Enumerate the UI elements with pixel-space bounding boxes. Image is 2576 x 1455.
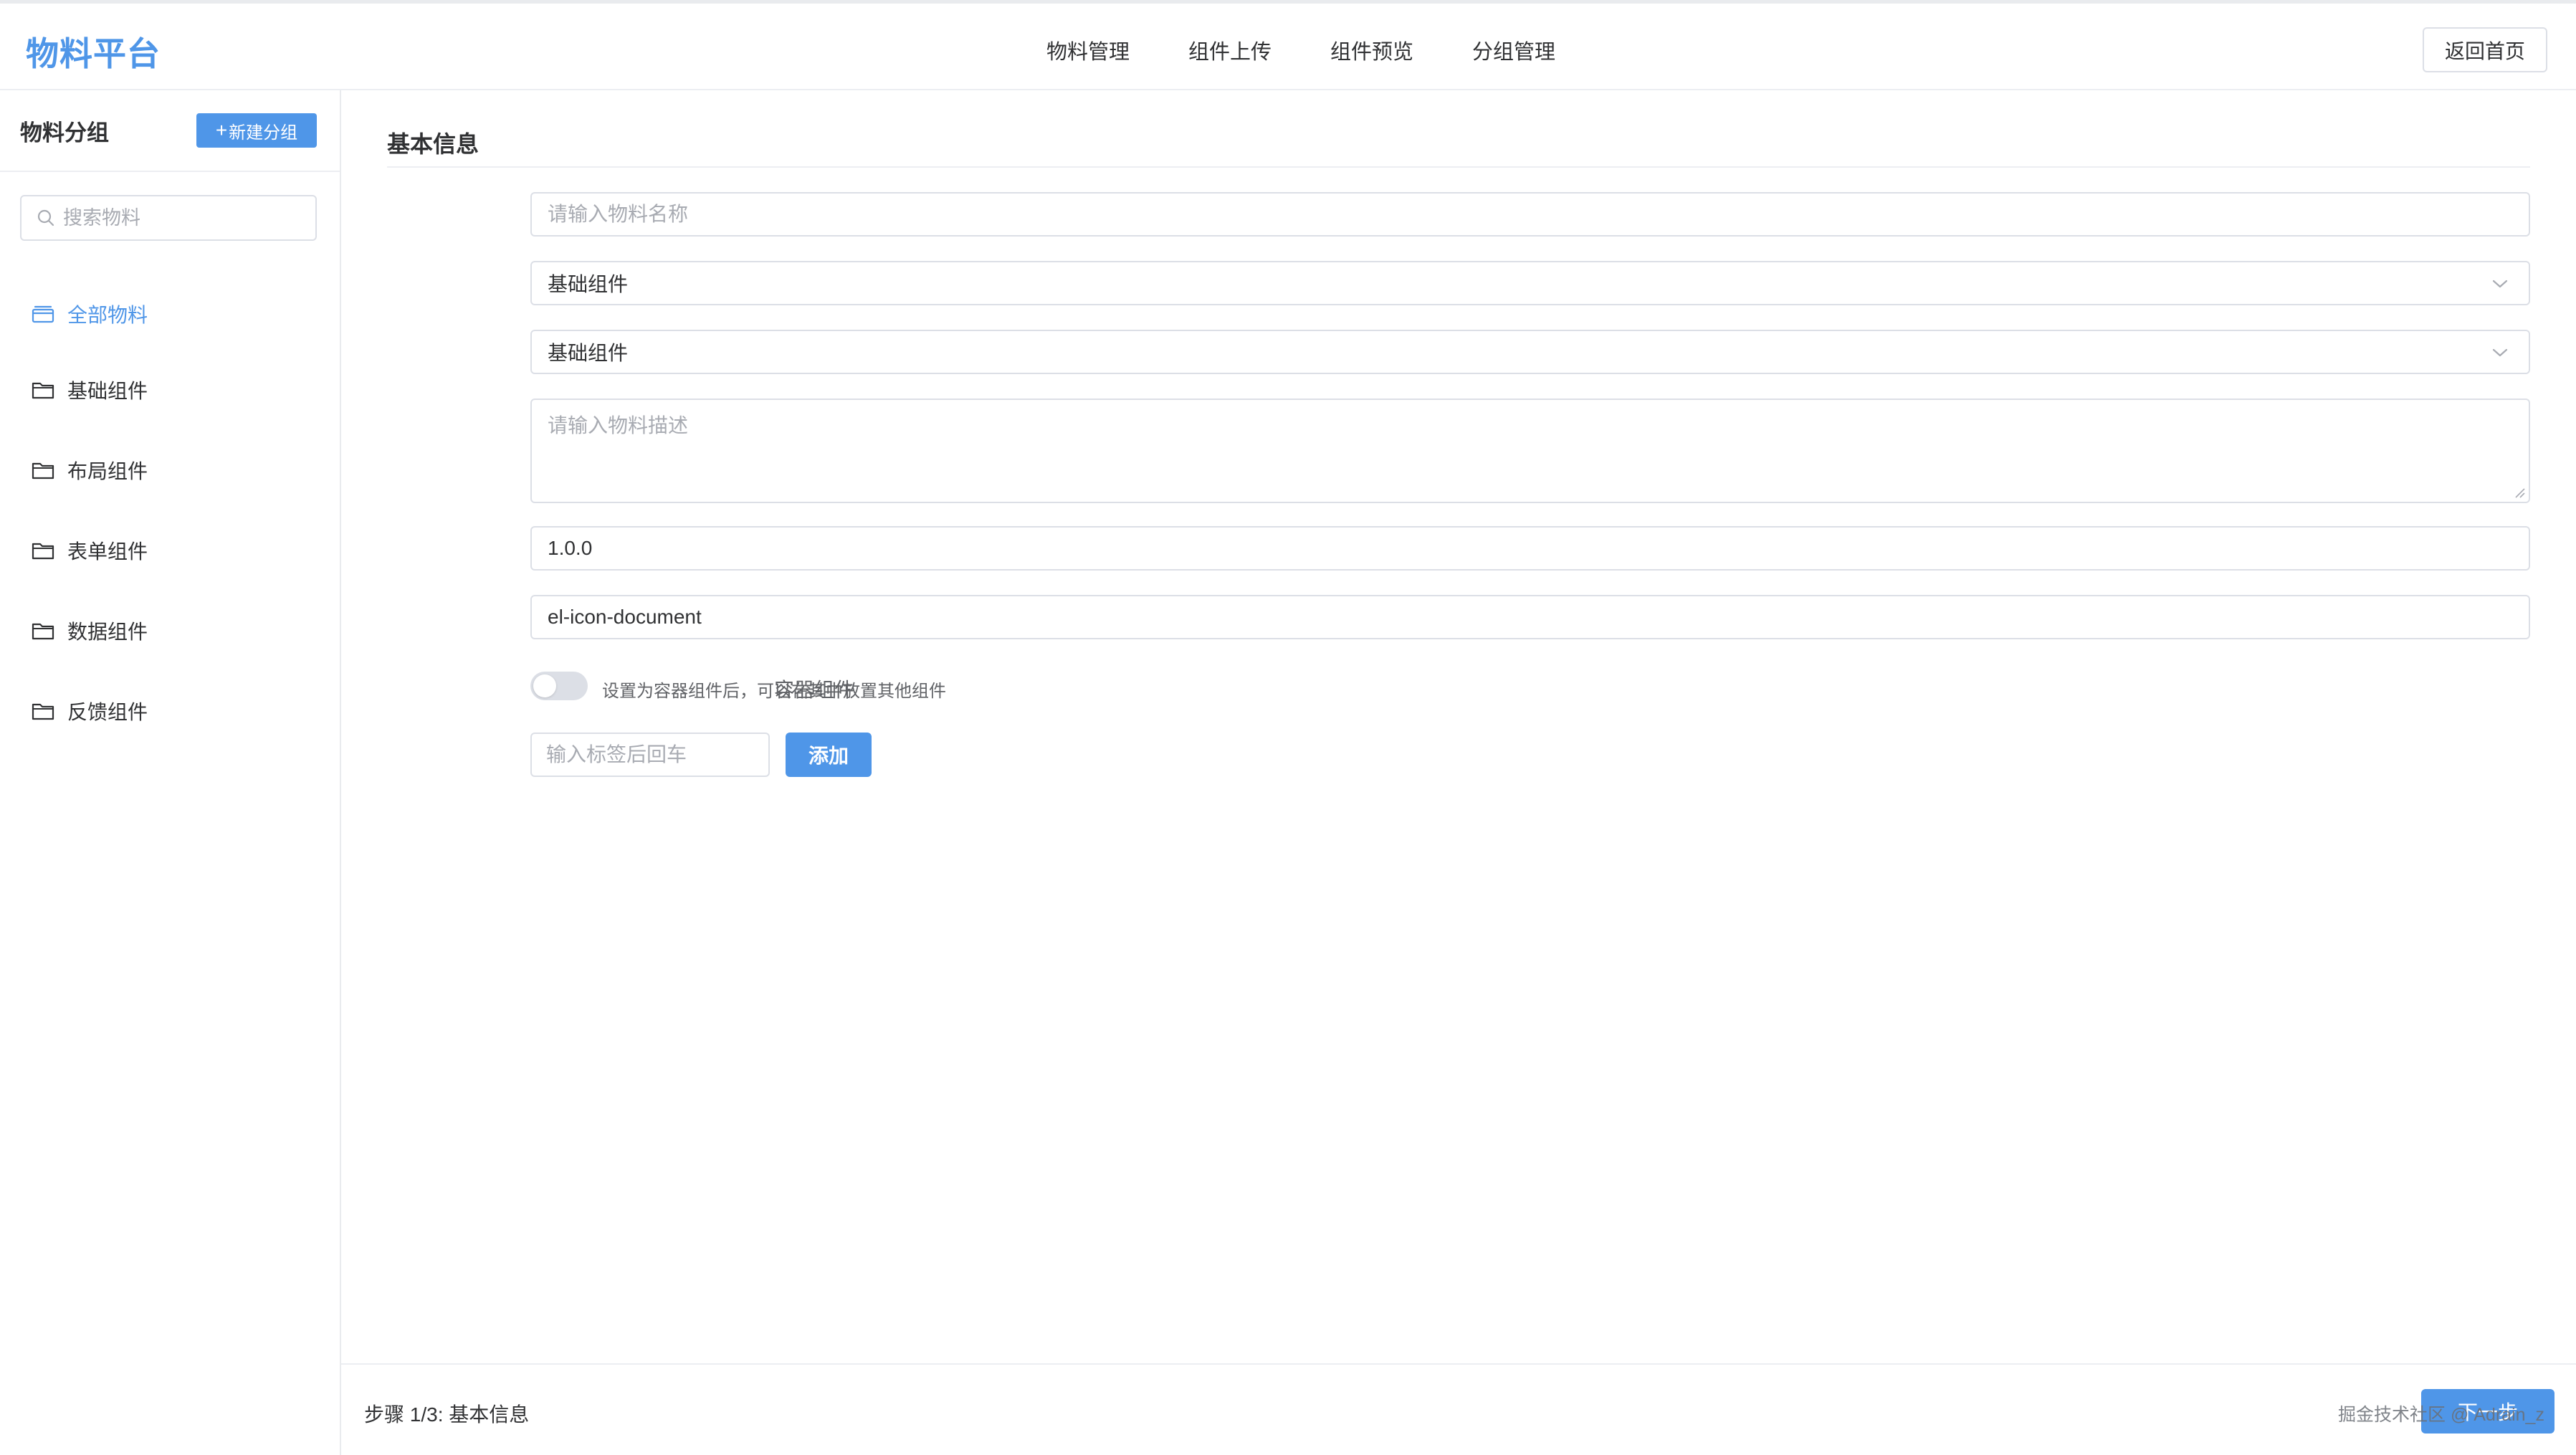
add-tag-button[interactable]: 添加 [786, 733, 872, 777]
group-label: 基础组件 [67, 380, 148, 402]
description-field[interactable] [530, 399, 2530, 503]
description-textarea[interactable] [548, 410, 2529, 493]
main-nav: 物料管理 组件上传 组件预览 分组管理 [1046, 35, 1555, 65]
nav-item-groups[interactable]: 分组管理 [1472, 35, 1555, 65]
folder-icon [32, 623, 54, 640]
new-group-button[interactable]: + 新建分组 [196, 113, 317, 148]
sidebar: 物料分组 + 新建分组 全部物料 [0, 90, 341, 1455]
form-row-group: *分组 基础组件 [341, 330, 2534, 374]
stack-icon [32, 305, 54, 323]
group-item-all[interactable]: 全部物料 [0, 278, 340, 350]
form-row-version: 版本 [341, 526, 2534, 571]
sidebar-header: 物料分组 + 新建分组 [0, 90, 340, 172]
type-select[interactable]: 基础组件 [530, 261, 2530, 305]
group-label: 布局组件 [67, 460, 148, 482]
form-row-type: *类型 基础组件 [341, 261, 2534, 305]
page: 物料平台 物料管理 组件上传 组件预览 分组管理 返回首页 物料分组 + 新建分… [0, 0, 2576, 1455]
nav-item-upload[interactable]: 组件上传 [1188, 35, 1272, 65]
form-row-container: 容器组件 设置为容器组件后，可以在其中放置其他组件 [341, 664, 2534, 708]
top-header: 物料平台 物料管理 组件上传 组件预览 分组管理 返回首页 [0, 0, 2576, 90]
form-row-tags: 标签 添加 [341, 733, 2534, 777]
group-item-layout[interactable]: 布局组件 [0, 430, 340, 510]
chevron-down-icon [2492, 280, 2508, 288]
tag-input-field[interactable] [530, 733, 770, 777]
plus-icon: + [215, 119, 228, 141]
icon-field[interactable] [530, 595, 2530, 639]
group-label: 数据组件 [67, 621, 148, 643]
type-select-value: 基础组件 [548, 273, 629, 295]
app-logo[interactable]: 物料平台 [26, 28, 161, 75]
folder-icon [32, 703, 54, 720]
section-title: 基本信息 [387, 131, 480, 157]
new-group-label: 新建分组 [229, 123, 298, 143]
group-label: 表单组件 [67, 540, 148, 563]
toggle-knob [533, 674, 556, 697]
back-home-button[interactable]: 返回首页 [2423, 27, 2547, 72]
version-input[interactable] [548, 537, 2529, 560]
name-input[interactable] [548, 203, 2529, 226]
section-divider [387, 166, 2530, 168]
container-toggle[interactable] [530, 672, 588, 700]
material-search[interactable] [20, 195, 317, 241]
group-label: 全部物料 [67, 304, 148, 326]
chevron-down-icon [2492, 348, 2508, 357]
group-item-form[interactable]: 表单组件 [0, 510, 340, 591]
nav-item-materials[interactable]: 物料管理 [1046, 35, 1130, 65]
resize-grip-icon[interactable] [2513, 486, 2526, 499]
group-select[interactable]: 基础组件 [530, 330, 2530, 374]
icon-input[interactable] [548, 606, 2529, 629]
group-item-data[interactable]: 数据组件 [0, 591, 340, 671]
main-content: 基本信息 *名称 *类型 基础组件 * [341, 90, 2576, 1363]
name-field[interactable] [530, 192, 2530, 237]
sidebar-title: 物料分组 [20, 120, 109, 146]
folder-icon [32, 543, 54, 560]
folder-icon [32, 382, 54, 399]
step-indicator: 步骤 1/3: 基本信息 [364, 1403, 530, 1426]
group-item-feedback[interactable]: 反馈组件 [0, 671, 340, 751]
search-input[interactable] [63, 206, 307, 229]
search-icon [37, 209, 54, 226]
group-select-value: 基础组件 [548, 342, 629, 364]
folder-icon [32, 462, 54, 480]
form-row-icon: 图标 [341, 595, 2534, 639]
version-field[interactable] [530, 526, 2530, 571]
container-hint: 设置为容器组件后，可以在其中放置其他组件 [602, 682, 946, 701]
tag-input[interactable] [546, 743, 754, 766]
group-list: 全部物料 基础组件 布局组件 表单组件 数据组件 反馈组件 [0, 278, 340, 751]
group-label: 反馈组件 [67, 701, 148, 723]
form-row-name: *名称 [341, 192, 2534, 237]
form-row-description: 描述 [341, 399, 2534, 503]
step-footer: 步骤 1/3: 基本信息 下一步 掘金技术社区 @ Adrain_z [341, 1363, 2576, 1455]
group-item-basic[interactable]: 基础组件 [0, 350, 340, 430]
nav-item-preview[interactable]: 组件预览 [1330, 35, 1413, 65]
next-step-button[interactable]: 下一步 [2421, 1389, 2554, 1433]
